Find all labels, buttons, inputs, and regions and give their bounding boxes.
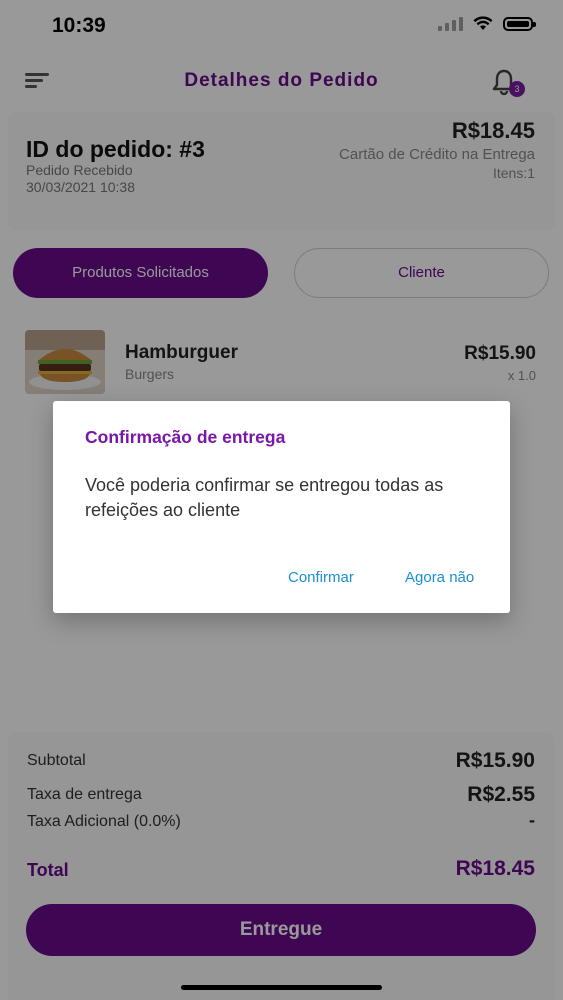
dialog-message: Você poderia confirmar se entregou todas…: [85, 475, 444, 520]
not-now-button[interactable]: Agora não: [405, 569, 474, 586]
dialog-title: Confirmação de entrega: [85, 427, 286, 447]
confirm-button[interactable]: Confirmar: [288, 569, 354, 586]
delivery-confirmation-dialog: Confirmação de entrega Você poderia conf…: [53, 401, 510, 613]
